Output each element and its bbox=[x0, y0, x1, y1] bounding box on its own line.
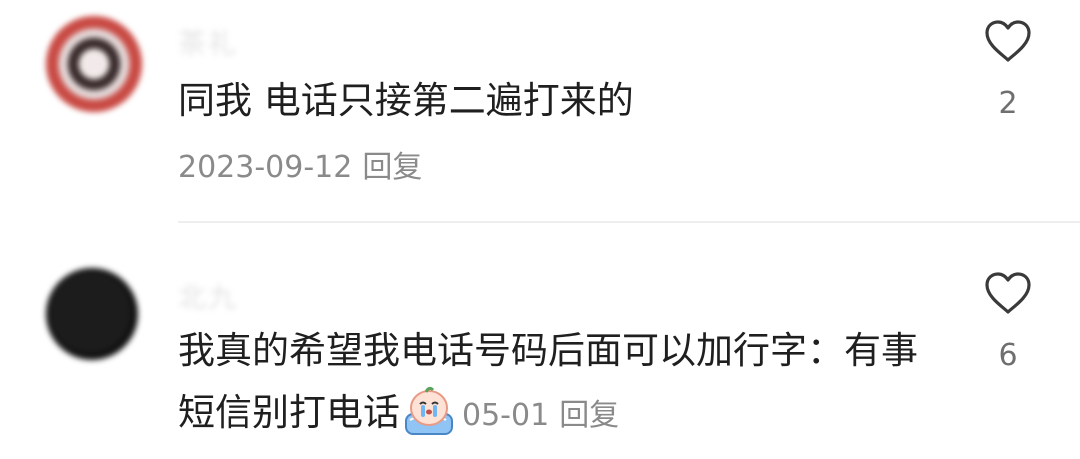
comment-item: 茶礼 同我 电话只接第二遍打来的 2023-09-12 回复 2 bbox=[0, 0, 1080, 222]
comment-meta: 05-01 回复 bbox=[462, 398, 619, 433]
reply-button[interactable]: 回复 bbox=[559, 398, 619, 433]
comment-meta: 2023-09-12 回复 bbox=[178, 142, 422, 186]
avatar[interactable] bbox=[46, 268, 138, 360]
like-count: 6 bbox=[998, 338, 1018, 373]
comment-text-block: 我真的希望我电话号码后面可以加行字：有事短信别打电话 05-01 回复 bbox=[178, 320, 938, 447]
like-button[interactable]: 6 bbox=[982, 270, 1034, 373]
heart-outline-icon[interactable] bbox=[983, 270, 1033, 316]
crying-face-emoji-icon bbox=[402, 384, 456, 438]
username[interactable]: 茶礼 bbox=[178, 22, 238, 62]
comment-date: 05-01 bbox=[462, 398, 550, 433]
reply-button[interactable]: 回复 bbox=[362, 150, 422, 185]
like-button[interactable]: 2 bbox=[982, 18, 1034, 121]
like-count: 2 bbox=[998, 86, 1018, 121]
comment-text: 同我 电话只接第二遍打来的 bbox=[178, 79, 634, 122]
comment-date: 2023-09-12 bbox=[178, 150, 353, 185]
heart-outline-icon[interactable] bbox=[983, 18, 1033, 64]
username[interactable]: 北九 bbox=[178, 276, 238, 316]
comment-item: 北九 我真的希望我电话号码后面可以加行字：有事短信别打电话 05-01 回复 6 bbox=[0, 222, 1080, 459]
comment-list: 茶礼 同我 电话只接第二遍打来的 2023-09-12 回复 2 北九 我真的希望… bbox=[0, 0, 1080, 459]
avatar[interactable] bbox=[46, 16, 142, 112]
